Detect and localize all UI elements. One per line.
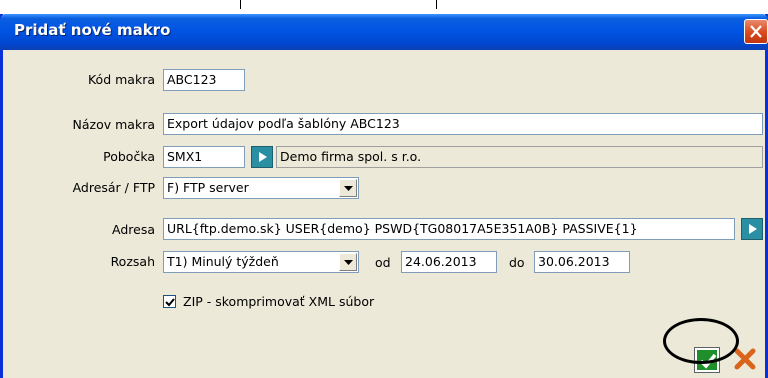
zip-label: ZIP - skomprimovať XML súbor xyxy=(183,294,375,309)
dialog-window: Pridať nové makro Kód makra ABC123 Názov… xyxy=(0,14,768,378)
adresa-picker-button[interactable] xyxy=(741,218,763,240)
adresar-select-value: F) FTP server xyxy=(167,180,249,195)
adresar-label: Adresár / FTP xyxy=(33,180,155,195)
checkmark-icon xyxy=(165,298,175,307)
background-strip xyxy=(0,0,768,14)
play-triangle-icon xyxy=(259,152,267,162)
kod-label-text: Kód makra xyxy=(87,72,155,87)
pobocka-field[interactable]: SMX1 xyxy=(163,146,245,168)
rozsah-label-text: Rozsah xyxy=(110,254,155,269)
nazov-field[interactable]: Export údajov podľa šablóny ABC123 xyxy=(163,113,763,135)
od-date-field[interactable]: 24.06.2013 xyxy=(401,251,497,273)
zip-checkbox[interactable] xyxy=(163,295,176,308)
adresar-dropdown-button[interactable] xyxy=(339,179,357,197)
pobocka-label: Pobočka xyxy=(55,149,155,164)
rozsah-select-value: T1) Minulý týždeň xyxy=(167,254,279,269)
rozsah-dropdown-button[interactable] xyxy=(339,253,357,271)
do-label: do xyxy=(509,255,525,270)
pobocka-description: Demo firma spol. s r.o. xyxy=(276,146,763,168)
nazov-label: Názov makra xyxy=(43,117,155,132)
background-tick xyxy=(436,0,437,9)
nazov-label-text: Názov makra xyxy=(72,117,155,132)
kod-field[interactable]: ABC123 xyxy=(163,69,245,91)
close-x-icon xyxy=(750,25,762,38)
checkmark-icon xyxy=(699,353,717,369)
od-label: od xyxy=(375,255,391,270)
pobocka-picker-button[interactable] xyxy=(251,146,273,168)
play-triangle-icon xyxy=(749,224,757,234)
adresar-label-text: Adresár / FTP xyxy=(72,180,155,195)
chevron-down-icon xyxy=(344,260,353,265)
pobocka-label-text: Pobočka xyxy=(103,149,155,164)
rozsah-select[interactable]: T1) Minulý týždeň xyxy=(163,251,359,273)
title-bar[interactable]: Pridať nové makro xyxy=(0,14,768,50)
adresa-label-text: Adresa xyxy=(112,222,155,237)
ok-button[interactable] xyxy=(694,347,720,373)
chevron-down-icon xyxy=(344,186,353,191)
background-tick xyxy=(240,0,241,9)
cancel-button[interactable] xyxy=(733,347,759,373)
close-button[interactable] xyxy=(744,19,768,44)
window-title: Pridať nové makro xyxy=(14,21,171,39)
rozsah-label: Rozsah xyxy=(83,254,155,269)
adresar-select[interactable]: F) FTP server xyxy=(163,177,359,199)
adresa-field[interactable]: URL{ftp.demo.sk} USER{demo} PSWD{TG08017… xyxy=(163,218,735,240)
do-date-field[interactable]: 30.06.2013 xyxy=(534,251,630,273)
kod-label: Kód makra xyxy=(55,72,155,87)
cancel-x-icon xyxy=(734,348,756,370)
adresa-label: Adresa xyxy=(83,222,155,237)
